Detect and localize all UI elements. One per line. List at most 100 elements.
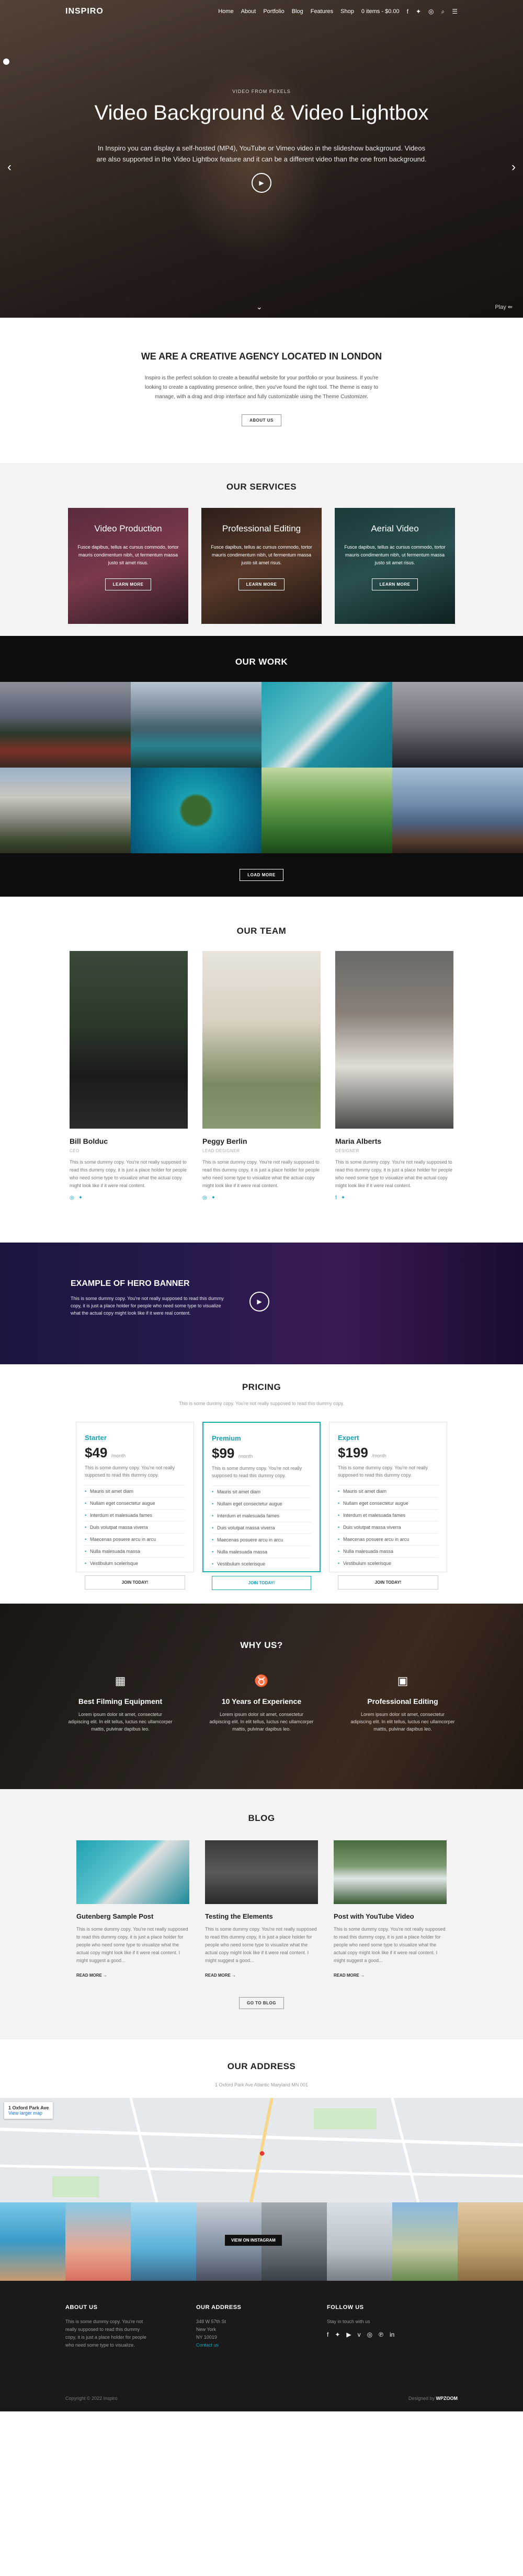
search-icon[interactable]: ⌕ xyxy=(441,8,445,16)
post-thumbnail[interactable] xyxy=(76,1840,189,1904)
portfolio-tile[interactable] xyxy=(0,768,131,853)
vimeo-icon[interactable]: v xyxy=(358,2331,361,2338)
service-name: Aerial Video xyxy=(371,524,419,533)
read-more-link[interactable]: READ MORE → xyxy=(205,1973,236,1978)
instagram-photo[interactable] xyxy=(65,2202,131,2281)
portfolio-tile[interactable] xyxy=(262,682,392,768)
services-section: OUR SERVICES Video Production Fusce dapi… xyxy=(0,463,523,636)
images-icon: ▣ xyxy=(397,1674,408,1687)
credit: Designed by WPZOOM xyxy=(408,2396,458,2401)
accessibility-icon[interactable] xyxy=(3,59,9,65)
service-card: Aerial Video Fusce dapibus, tellus ac cu… xyxy=(335,508,455,624)
menu-item-shop[interactable]: Shop xyxy=(340,8,354,15)
join-today-button[interactable]: JOIN TODAY! xyxy=(338,1575,438,1589)
menu-item-blog[interactable]: Blog xyxy=(292,8,303,15)
map-larger-link[interactable]: View larger map xyxy=(8,2110,49,2116)
menu-item-home[interactable]: Home xyxy=(218,8,233,15)
post-thumbnail[interactable] xyxy=(205,1840,318,1904)
view-on-instagram-button[interactable]: VIEW ON INSTAGRAM xyxy=(225,2235,282,2246)
plan-feature: Maecenas posuere arcu in arcu xyxy=(338,1533,438,1545)
twitter-icon[interactable]: ✦ xyxy=(78,1195,83,1201)
why-title: WHY US? xyxy=(240,1640,283,1650)
post-title[interactable]: Post with YouTube Video xyxy=(334,1912,447,1920)
why-item: ♉ 10 Years of Experience Lorem ipsum dol… xyxy=(209,1674,314,1733)
why-item-text: Lorem ipsum dolor sit amet, consectetur … xyxy=(209,1712,314,1732)
instagram-icon[interactable]: ◎ xyxy=(202,1195,207,1201)
plan-desc: This is some dummy copy. You're not real… xyxy=(85,1465,175,1478)
work-title: OUR WORK xyxy=(235,657,288,667)
credit-brand[interactable]: WPZOOM xyxy=(436,2396,458,2401)
read-more-link[interactable]: READ MORE → xyxy=(334,1973,365,1978)
hero-content: VIDEO FROM PEXELS Video Background & Vid… xyxy=(0,89,523,193)
join-today-button[interactable]: JOIN TODAY! xyxy=(212,1576,311,1590)
menu-item-portfolio[interactable]: Portfolio xyxy=(263,8,284,15)
portfolio-tile[interactable] xyxy=(131,768,262,853)
instagram-photo[interactable] xyxy=(327,2202,392,2281)
plan-period: /month xyxy=(238,1454,253,1459)
facebook-icon[interactable]: f xyxy=(407,8,408,15)
site-logo[interactable]: INSPIRO xyxy=(65,7,104,16)
menu-item-about[interactable]: About xyxy=(241,8,256,15)
plan-feature: Maecenas posuere arcu in arcu xyxy=(212,1534,311,1546)
footer-about: ABOUT US This is some dummy copy. You're… xyxy=(65,2304,196,2349)
portfolio-tile[interactable] xyxy=(0,682,131,768)
instagram-photo[interactable] xyxy=(458,2202,523,2281)
background-play-toggle[interactable]: Play ⇚ xyxy=(495,304,513,310)
plan-feature: Nullam eget consectetur augue xyxy=(212,1498,311,1510)
instagram-icon[interactable]: ◎ xyxy=(367,2331,372,2338)
twitter-icon[interactable]: ✦ xyxy=(211,1195,215,1201)
instagram-photo[interactable] xyxy=(392,2202,458,2281)
play-video-button[interactable]: ▶ xyxy=(252,173,271,193)
scroll-down-icon[interactable]: ⌄ xyxy=(256,303,263,311)
linkedin-icon[interactable]: in xyxy=(390,2331,394,2338)
map-info-card: 1 Oxford Park Ave View larger map xyxy=(4,2102,53,2119)
team-member: Bill Bolduc CEO This is some dummy copy.… xyxy=(70,951,188,1201)
learn-more-button[interactable]: LEARN MORE xyxy=(371,578,418,590)
pinterest-icon[interactable]: ℗ xyxy=(379,2331,383,2338)
menu-icon[interactable]: ☰ xyxy=(452,8,458,15)
instagram-icon[interactable]: ◎ xyxy=(70,1195,74,1201)
pricing-section: PRICING This is some dummy copy. You're … xyxy=(0,1364,523,1604)
site-footer: ABOUT US This is some dummy copy. You're… xyxy=(0,2281,523,2411)
post-excerpt: This is some dummy copy. You're not real… xyxy=(334,1927,446,1963)
map-embed[interactable]: 1 Oxford Park Ave View larger map ● xyxy=(0,2098,523,2202)
portfolio-tile[interactable] xyxy=(392,682,523,768)
about-us-button[interactable]: ABOUT US xyxy=(242,414,281,426)
plan-feature: Interdum et malesuada fames xyxy=(212,1510,311,1522)
footer-follow-title: FOLLOW US xyxy=(327,2304,364,2311)
contact-us-link[interactable]: Contact us xyxy=(196,2341,327,2349)
instagram-photo[interactable] xyxy=(0,2202,65,2281)
portfolio-tile[interactable] xyxy=(131,682,262,768)
service-card: Video Production Fusce dapibus, tellus a… xyxy=(68,508,188,624)
post-title[interactable]: Testing the Elements xyxy=(205,1912,318,1920)
post-title[interactable]: Gutenberg Sample Post xyxy=(76,1912,189,1920)
instagram-photo[interactable] xyxy=(131,2202,196,2281)
read-more-link[interactable]: READ MORE → xyxy=(76,1973,107,1978)
map-pin-icon[interactable]: ● xyxy=(259,2148,265,2160)
twitter-icon[interactable]: ✦ xyxy=(341,1195,345,1201)
address-title: OUR ADDRESS xyxy=(227,2061,296,2071)
banner-play-button[interactable]: ▶ xyxy=(249,1292,269,1312)
load-more-button[interactable]: LOAD MORE xyxy=(240,869,283,881)
facebook-icon[interactable]: f xyxy=(335,1195,337,1201)
plan-feature: Nulla malesuada massa xyxy=(212,1546,311,1558)
plan-name: Expert xyxy=(338,1434,359,1442)
twitter-icon[interactable]: ✦ xyxy=(416,8,421,15)
twitter-icon[interactable]: ✦ xyxy=(335,2331,340,2338)
learn-more-button[interactable]: LEARN MORE xyxy=(105,578,152,590)
pricing-subtitle: This is some dummy copy. You're not real… xyxy=(178,1401,345,1406)
go-to-blog-button[interactable]: GO TO BLOG xyxy=(239,1997,284,2009)
portfolio-tile[interactable] xyxy=(392,768,523,853)
hero-section: INSPIRO Home About Portfolio Blog Featur… xyxy=(0,0,523,318)
facebook-icon[interactable]: f xyxy=(327,2331,328,2338)
work-section: OUR WORK LOAD MORE xyxy=(0,636,523,897)
menu-item-features[interactable]: Features xyxy=(311,8,333,15)
instagram-icon[interactable]: ◎ xyxy=(428,8,434,15)
youtube-icon[interactable]: ▶ xyxy=(346,2331,351,2338)
play-icon: ▶ xyxy=(259,179,264,187)
cart-link[interactable]: 0 items - $0.00 xyxy=(361,8,400,15)
learn-more-button[interactable]: LEARN MORE xyxy=(238,578,285,590)
post-thumbnail[interactable] xyxy=(334,1840,447,1904)
join-today-button[interactable]: JOIN TODAY! xyxy=(85,1575,185,1589)
portfolio-tile[interactable] xyxy=(262,768,392,853)
